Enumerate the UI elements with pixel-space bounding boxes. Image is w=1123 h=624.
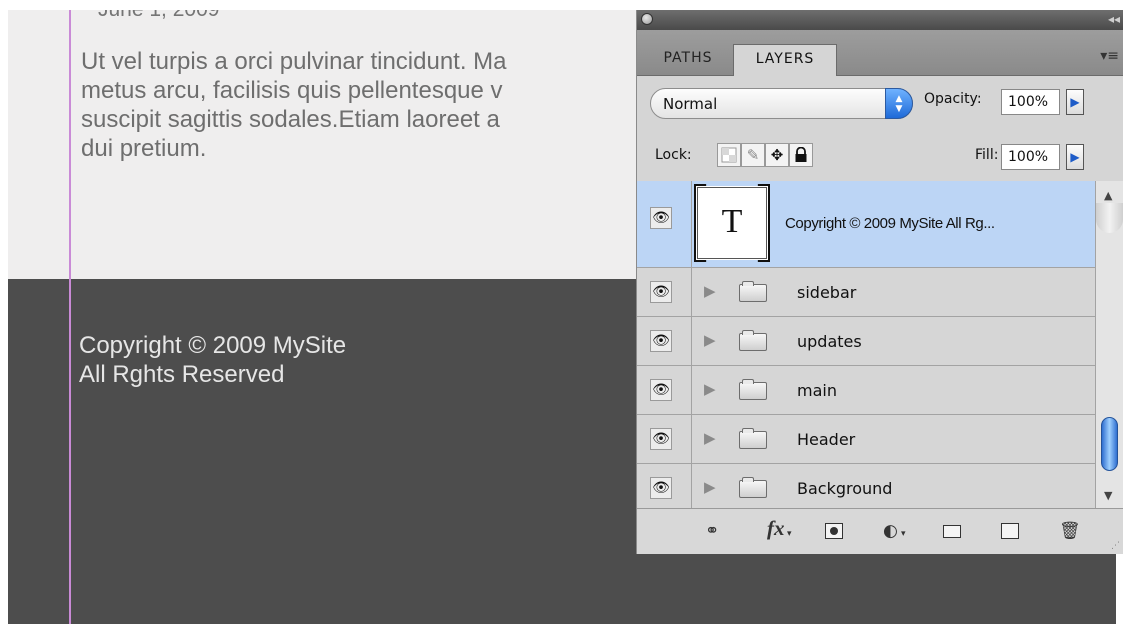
- layer-name[interactable]: main: [797, 381, 837, 400]
- tab-paths[interactable]: PATHS: [643, 44, 733, 75]
- layer-name[interactable]: sidebar: [797, 283, 856, 302]
- footer-line: Copyright © 2009 MySite: [79, 332, 347, 359]
- folder-icon: [739, 330, 767, 351]
- text-layer-thumbnail: T: [696, 186, 768, 260]
- visibility-eye-icon[interactable]: 👁: [650, 379, 672, 401]
- select-stepper-icon: ▲ ▼: [885, 88, 913, 119]
- post-line: Ut vel turpis a orci pulvinar tincidunt.…: [81, 48, 507, 75]
- fill-label: Fill:: [975, 147, 999, 163]
- tab-layers[interactable]: LAYERS: [733, 44, 837, 76]
- fill-arrow-icon[interactable]: ▶: [1066, 144, 1084, 170]
- post-line: metus arcu, facilisis quis pellentesque …: [81, 77, 503, 104]
- expand-triangle-icon[interactable]: ▶: [704, 331, 716, 349]
- post-line: suscipit sagittis sodales.Etiam laoreet …: [81, 106, 500, 133]
- scroll-up-icon[interactable]: ▲: [1104, 189, 1112, 202]
- lock-position-icon[interactable]: ✥: [765, 143, 789, 167]
- new-layer-icon[interactable]: [1001, 523, 1019, 539]
- post-line: dui pretium.: [81, 135, 207, 162]
- layer-row-copyright[interactable]: 👁 T Copyright © 2009 MySite All Rg...: [637, 181, 1095, 268]
- visibility-eye-icon[interactable]: 👁: [650, 477, 672, 499]
- row-divider: [691, 268, 692, 316]
- folder-icon: [739, 428, 767, 449]
- row-divider: [691, 181, 692, 267]
- adjustment-layer-icon[interactable]: ◐: [883, 521, 898, 541]
- blend-mode-select[interactable]: Normal ▲ ▼: [650, 88, 913, 119]
- layer-row-header[interactable]: 👁 ▶ Header: [637, 415, 1095, 464]
- link-layers-icon[interactable]: ⚭: [705, 521, 719, 541]
- blend-row: Normal ▲ ▼ Opacity: 100% ▶: [637, 75, 1123, 127]
- lock-row: Lock: ✎ ✥ Fill: 100% ▶: [637, 127, 1123, 182]
- scroll-track-cap: [1096, 203, 1123, 233]
- expand-triangle-icon[interactable]: ▶: [704, 429, 716, 447]
- layer-name[interactable]: Copyright © 2009 MySite All Rg...: [785, 215, 995, 232]
- row-divider: [691, 317, 692, 365]
- scroll-thumb[interactable]: [1101, 417, 1118, 471]
- lock-pixels-icon[interactable]: ✎: [741, 143, 765, 167]
- layer-name[interactable]: Header: [797, 430, 855, 449]
- collapse-icon[interactable]: ◂◂: [1108, 12, 1120, 26]
- close-icon[interactable]: [641, 13, 653, 25]
- layer-row-updates[interactable]: 👁 ▶ updates: [637, 317, 1095, 366]
- footer-text: Copyright © 2009 MySite All Rghts Reserv…: [79, 331, 346, 389]
- visibility-eye-icon[interactable]: 👁: [650, 428, 672, 450]
- row-divider: [691, 366, 692, 414]
- new-group-icon[interactable]: [943, 525, 961, 538]
- fx-icon[interactable]: fx: [767, 518, 785, 539]
- opacity-label: Opacity:: [924, 91, 982, 107]
- layer-row-sidebar[interactable]: 👁 ▶ sidebar: [637, 268, 1095, 317]
- opacity-arrow-icon[interactable]: ▶: [1066, 89, 1084, 115]
- panel-menu-icon[interactable]: ▾≡: [1100, 48, 1119, 64]
- folder-icon: [739, 281, 767, 302]
- panel-tabbar: PATHS LAYERS ▾≡: [637, 30, 1123, 76]
- visibility-eye-icon[interactable]: 👁: [650, 207, 672, 229]
- blend-mode-value: Normal: [663, 95, 718, 113]
- add-mask-icon[interactable]: [825, 523, 843, 539]
- expand-triangle-icon[interactable]: ▶: [704, 478, 716, 496]
- delete-layer-icon[interactable]: 🗑: [1059, 521, 1081, 541]
- type-glyph-icon: T: [721, 203, 743, 240]
- guide-line: [69, 10, 71, 624]
- post-date: June 1, 2009: [98, 10, 219, 22]
- adjustment-dropdown-icon: ▾: [901, 529, 906, 539]
- row-divider: [691, 464, 692, 508]
- layer-name[interactable]: updates: [797, 332, 862, 351]
- lock-transparency-icon[interactable]: [717, 143, 741, 167]
- fx-dropdown-icon: ▾: [787, 529, 792, 539]
- layers-scrollbar[interactable]: ▲ ▼: [1095, 181, 1123, 508]
- row-divider: [691, 415, 692, 463]
- layer-row-background[interactable]: 👁 ▶ Background: [637, 464, 1095, 508]
- resize-grip-icon[interactable]: ⋰: [1111, 541, 1120, 551]
- visibility-eye-icon[interactable]: 👁: [650, 330, 672, 352]
- opacity-field[interactable]: 100%: [1001, 89, 1060, 115]
- lock-all-icon[interactable]: [789, 143, 813, 167]
- expand-triangle-icon[interactable]: ▶: [704, 380, 716, 398]
- layers-panel: ◂◂ PATHS LAYERS ▾≡ Normal ▲ ▼ Opacity: 10…: [636, 10, 1123, 554]
- folder-icon: [739, 477, 767, 498]
- post-body: Ut vel turpis a orci pulvinar tincidunt.…: [81, 47, 641, 163]
- folder-icon: [739, 379, 767, 400]
- layer-row-main[interactable]: 👁 ▶ main: [637, 366, 1095, 415]
- panel-bottom-bar: ⚭ fx ▾ ◐ ▾ 🗑 ⋰: [637, 508, 1123, 554]
- lock-label: Lock:: [655, 147, 692, 163]
- fill-field[interactable]: 100%: [1001, 144, 1060, 170]
- visibility-eye-icon[interactable]: 👁: [650, 281, 672, 303]
- layer-name[interactable]: Background: [797, 479, 892, 498]
- expand-triangle-icon[interactable]: ▶: [704, 282, 716, 300]
- panel-titlebar[interactable]: ◂◂: [637, 10, 1123, 31]
- layers-list: 👁 T Copyright © 2009 MySite All Rg... 👁 …: [637, 181, 1095, 508]
- scroll-down-icon[interactable]: ▼: [1104, 489, 1112, 502]
- footer-line: All Rghts Reserved: [79, 361, 285, 388]
